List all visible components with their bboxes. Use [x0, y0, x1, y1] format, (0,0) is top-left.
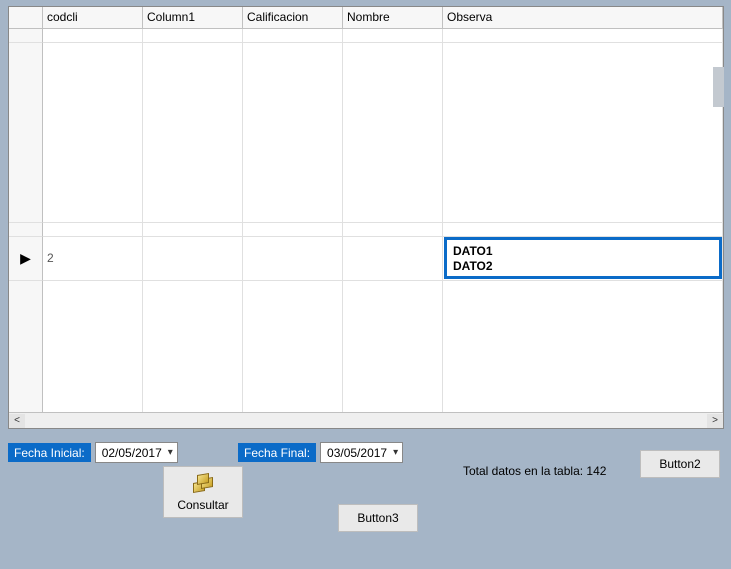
col-header-calificacion[interactable]: Calificacion [243, 7, 343, 29]
cell-calificacion[interactable] [243, 237, 343, 281]
cell-nombre[interactable] [343, 29, 443, 43]
cell-column1[interactable] [143, 29, 243, 43]
col-header-column1[interactable]: Column1 [143, 7, 243, 29]
cell-column1[interactable] [143, 223, 243, 237]
cell-calificacion[interactable] [243, 29, 343, 43]
scroll-left-icon[interactable]: < [9, 414, 25, 428]
row-header-blank [9, 7, 43, 29]
total-rows-label: Total datos en la tabla: 142 [463, 464, 606, 478]
partial-row-top[interactable] [9, 29, 723, 43]
cell-codcli[interactable] [43, 281, 143, 412]
cell-nombre[interactable] [343, 237, 443, 281]
row-indicator [9, 281, 43, 412]
current-row[interactable]: ▶ 2 DATO1 DATO2 [9, 237, 723, 281]
cubes-icon [189, 472, 217, 496]
data-grid[interactable]: codcli Column1 Calificacion Nombre Obser… [8, 6, 724, 429]
cell-nombre[interactable] [343, 43, 443, 223]
cell-calificacion[interactable] [243, 223, 343, 237]
consultar-button[interactable]: Consultar [163, 466, 243, 518]
fecha-final-label: Fecha Final: [238, 443, 316, 462]
blank-rows-lower[interactable] [9, 281, 723, 412]
consultar-label: Consultar [177, 498, 228, 512]
button3[interactable]: Button3 [338, 504, 418, 532]
bottom-panel: Fecha Inicial: 02/05/2017 ▾ Fecha Final:… [8, 440, 723, 565]
button2[interactable]: Button2 [640, 450, 720, 478]
cell-codcli[interactable] [43, 223, 143, 237]
col-header-observa[interactable]: Observa [443, 7, 723, 29]
col-header-nombre[interactable]: Nombre [343, 7, 443, 29]
cell-codcli[interactable] [43, 29, 143, 43]
grid-body[interactable]: ▶ 2 DATO1 DATO2 [9, 29, 723, 412]
fecha-inicial-picker[interactable]: 02/05/2017 ▾ [95, 442, 178, 463]
scroll-right-icon[interactable]: > [707, 414, 723, 428]
chevron-down-icon: ▾ [393, 447, 398, 458]
cell-calificacion[interactable] [243, 281, 343, 412]
cell-column1[interactable] [143, 237, 243, 281]
fecha-final-picker[interactable]: 03/05/2017 ▾ [320, 442, 403, 463]
col-header-codcli[interactable]: codcli [43, 7, 143, 29]
fecha-final-value: 03/05/2017 [327, 446, 387, 460]
partial-row-mid[interactable] [9, 223, 723, 237]
cell-observa[interactable] [443, 281, 723, 412]
cell-column1[interactable] [143, 281, 243, 412]
observa-line1: DATO1 [453, 244, 713, 259]
grid-header-row: codcli Column1 Calificacion Nombre Obser… [9, 7, 723, 29]
cell-observa[interactable] [443, 223, 723, 237]
fecha-inicial-value: 02/05/2017 [102, 446, 162, 460]
row-indicator-current: ▶ [9, 237, 43, 281]
blank-rows-upper[interactable] [9, 43, 723, 223]
cell-column1[interactable] [143, 43, 243, 223]
observa-editor[interactable]: DATO1 DATO2 [444, 237, 722, 279]
cell-nombre[interactable] [343, 223, 443, 237]
cell-observa[interactable] [443, 43, 723, 223]
row-indicator [9, 43, 43, 223]
observa-line2: DATO2 [453, 259, 713, 274]
row-indicator [9, 223, 43, 237]
cell-codcli[interactable]: 2 [43, 237, 143, 281]
row-indicator [9, 29, 43, 43]
vertical-scrollbar-thumb[interactable] [713, 67, 724, 107]
cell-observa[interactable] [443, 29, 723, 43]
chevron-down-icon: ▾ [168, 447, 173, 458]
horizontal-scrollbar[interactable]: < > [9, 412, 723, 428]
cell-nombre[interactable] [343, 281, 443, 412]
fecha-inicial-label: Fecha Inicial: [8, 443, 91, 462]
cell-codcli[interactable] [43, 43, 143, 223]
cell-calificacion[interactable] [243, 43, 343, 223]
